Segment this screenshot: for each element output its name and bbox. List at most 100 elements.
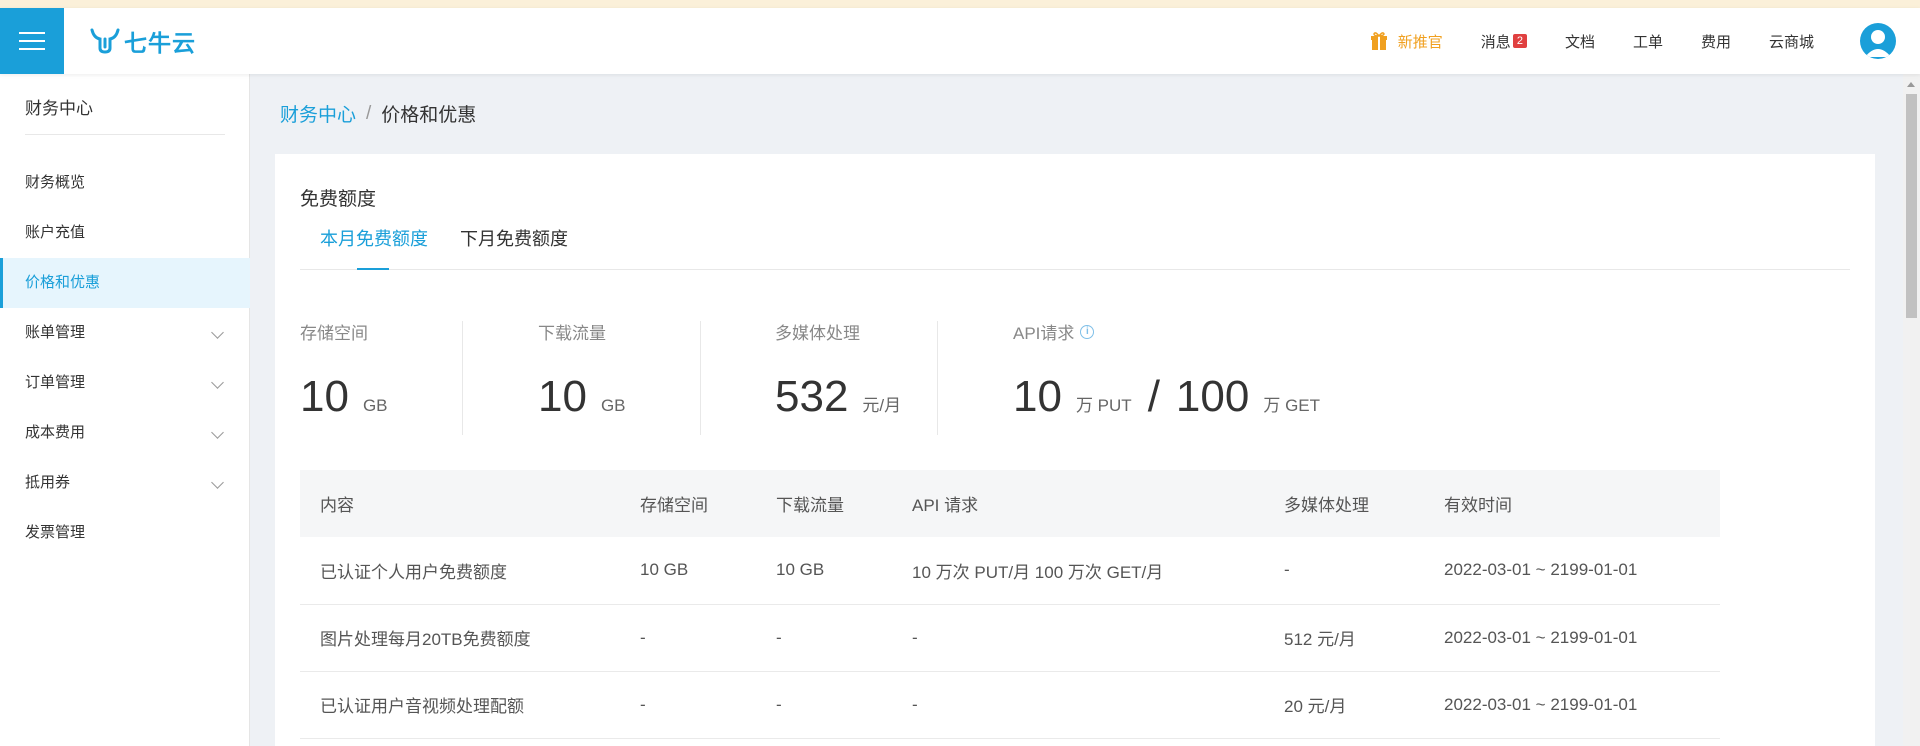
nav-messages[interactable]: 消息 2 (1481, 31, 1527, 52)
stat-media-processing: 多媒体处理 532 元/月 (775, 319, 901, 435)
sidebar-item-label: 发票管理 (25, 524, 86, 541)
hamburger-icon-line (19, 48, 45, 50)
stat-label: API请求 i (1013, 319, 1320, 344)
breadcrumb-parent-link[interactable]: 财务中心 (280, 100, 356, 127)
table-cell: - (756, 604, 892, 672)
sidebar: 财务中心 财务概览 账户充值 价格和优惠 账单管理 订单管理 成本费用 抵用券 … (0, 74, 250, 746)
message-count-badge: 2 (1512, 34, 1527, 48)
tab-this-month[interactable]: 本月免费额度 (320, 224, 428, 270)
sidebar-item-recharge[interactable]: 账户充值 (0, 208, 250, 258)
gift-icon (1370, 32, 1387, 50)
stat-number-put: 10 (1013, 372, 1062, 421)
stat-storage: 存储空间 10 GB (300, 319, 388, 435)
sidebar-item-coupons[interactable]: 抵用券 (0, 458, 250, 508)
table-row: 已认证个人用户免费额度 10 GB 10 GB 10 万次 PUT/月 100 … (300, 537, 1720, 605)
table-header-row: 内容 存储空间 下载流量 API 请求 多媒体处理 有效时间 (300, 470, 1720, 537)
stat-unit: GB (362, 396, 388, 415)
breadcrumb-separator: / (366, 102, 372, 124)
sidebar-item-label: 成本费用 (25, 424, 86, 441)
active-tab-indicator (357, 268, 389, 270)
stat-separator: / (1147, 372, 1160, 421)
scroll-up-arrow-icon[interactable] (1907, 82, 1915, 87)
stat-divider (462, 321, 463, 435)
column-header: 有效时间 (1424, 470, 1720, 537)
column-header: API 请求 (892, 470, 1264, 537)
sidebar-item-label: 财务概览 (25, 174, 86, 191)
table-cell: - (892, 604, 1264, 672)
table-cell: 2022-03-01 ~ 2199-01-01 (1424, 537, 1720, 605)
hamburger-icon-line (19, 40, 45, 42)
sidebar-item-orders[interactable]: 订单管理 (0, 358, 250, 408)
table-cell: - (892, 671, 1264, 739)
table-cell: 已认证个人用户免费额度 (300, 537, 620, 605)
stat-label: 多媒体处理 (775, 324, 860, 343)
breadcrumb-current: 价格和优惠 (381, 105, 477, 126)
table-cell: 20 元/月 (1264, 671, 1424, 739)
bull-logo-icon (90, 28, 120, 54)
nav-billing[interactable]: 费用 (1701, 31, 1731, 52)
column-header: 内容 (300, 470, 620, 537)
chevron-down-icon (211, 476, 224, 489)
stat-unit-put: 万 PUT (1075, 396, 1132, 415)
stat-number: 10 (300, 372, 349, 421)
stat-divider (937, 321, 938, 435)
sidebar-item-invoices[interactable]: 发票管理 (0, 508, 250, 558)
tab-next-month[interactable]: 下月免费额度 (460, 224, 568, 270)
user-avatar-icon (1865, 30, 1891, 57)
avatar[interactable] (1860, 23, 1896, 59)
sidebar-item-label: 抵用券 (25, 474, 71, 491)
table-cell: - (1264, 537, 1424, 605)
stat-value: 10 GB (300, 372, 388, 422)
table-cell: - (620, 671, 756, 739)
sidebar-item-label: 价格和优惠 (25, 274, 101, 291)
sidebar-item-costs[interactable]: 成本费用 (0, 408, 250, 458)
sidebar-item-label: 账单管理 (25, 324, 86, 341)
stat-number: 532 (775, 372, 849, 421)
stat-divider (700, 321, 701, 435)
sidebar-divider (25, 134, 225, 135)
column-header: 多媒体处理 (1264, 470, 1424, 537)
stat-api-requests: API请求 i 10 万 PUT / 100 万 GET (1013, 319, 1320, 435)
table-cell: 10 GB (620, 537, 756, 605)
table-cell: 2022-03-01 ~ 2199-01-01 (1424, 604, 1720, 672)
stat-value: 532 元/月 (775, 372, 901, 422)
table-cell: - (620, 604, 756, 672)
table-cell: 2022-03-01 ~ 2199-01-01 (1424, 671, 1720, 739)
stat-value: 10 万 PUT / 100 万 GET (1013, 372, 1320, 422)
nav-docs[interactable]: 文档 (1565, 31, 1595, 52)
table-cell: 已认证用户音视频处理配额 (300, 671, 620, 739)
sidebar-title: 财务中心 (25, 99, 93, 118)
top-bar: 七牛云 新推官 消息 2 文档 工单 费用 云商城 (0, 8, 1920, 74)
info-icon[interactable]: i (1080, 324, 1095, 339)
nav-promo[interactable]: 新推官 (1370, 31, 1443, 52)
top-notice-strip (0, 0, 1920, 8)
quota-tabs: 本月免费额度 下月免费额度 (300, 224, 1850, 270)
chevron-down-icon (211, 326, 224, 339)
stat-value: 10 GB (538, 372, 626, 422)
table-row: 图片处理每月20TB免费额度 - - - 512 元/月 2022-03-01 … (300, 604, 1720, 672)
table-cell: 512 元/月 (1264, 604, 1424, 672)
stat-unit: GB (600, 396, 626, 415)
stat-label: 下载流量 (538, 324, 606, 343)
sidebar-item-finance-overview[interactable]: 财务概览 (0, 158, 250, 208)
nav-marketplace[interactable]: 云商城 (1769, 31, 1814, 52)
table-cell: 图片处理每月20TB免费额度 (300, 604, 620, 672)
page-scrollbar[interactable] (1903, 74, 1920, 746)
scrollbar-thumb[interactable] (1906, 94, 1917, 318)
quota-stats: 存储空间 10 GB 下载流量 10 GB 多媒体处理 532 元/月 API请… (300, 319, 1400, 435)
brand-logo[interactable]: 七牛云 (90, 26, 196, 56)
breadcrumb: 财务中心 / 价格和优惠 (280, 100, 476, 127)
stat-download-traffic: 下载流量 10 GB (538, 319, 626, 435)
free-quota-table: 内容 存储空间 下载流量 API 请求 多媒体处理 有效时间 已认证个人用户免费… (300, 470, 1720, 739)
nav-promo-label: 新推官 (1397, 33, 1443, 51)
nav-tickets[interactable]: 工单 (1633, 31, 1663, 52)
sidebar-item-pricing[interactable]: 价格和优惠 (0, 258, 250, 308)
sidebar-item-bills[interactable]: 账单管理 (0, 308, 250, 358)
column-header: 下载流量 (756, 470, 892, 537)
sidebar-menu: 财务概览 账户充值 价格和优惠 账单管理 订单管理 成本费用 抵用券 发票管理 (0, 158, 250, 558)
table-cell: 10 GB (756, 537, 892, 605)
stat-number-get: 100 (1175, 372, 1250, 421)
stat-unit-get: 万 GET (1263, 396, 1321, 415)
chevron-down-icon (211, 426, 224, 439)
menu-toggle-button[interactable] (0, 8, 64, 74)
